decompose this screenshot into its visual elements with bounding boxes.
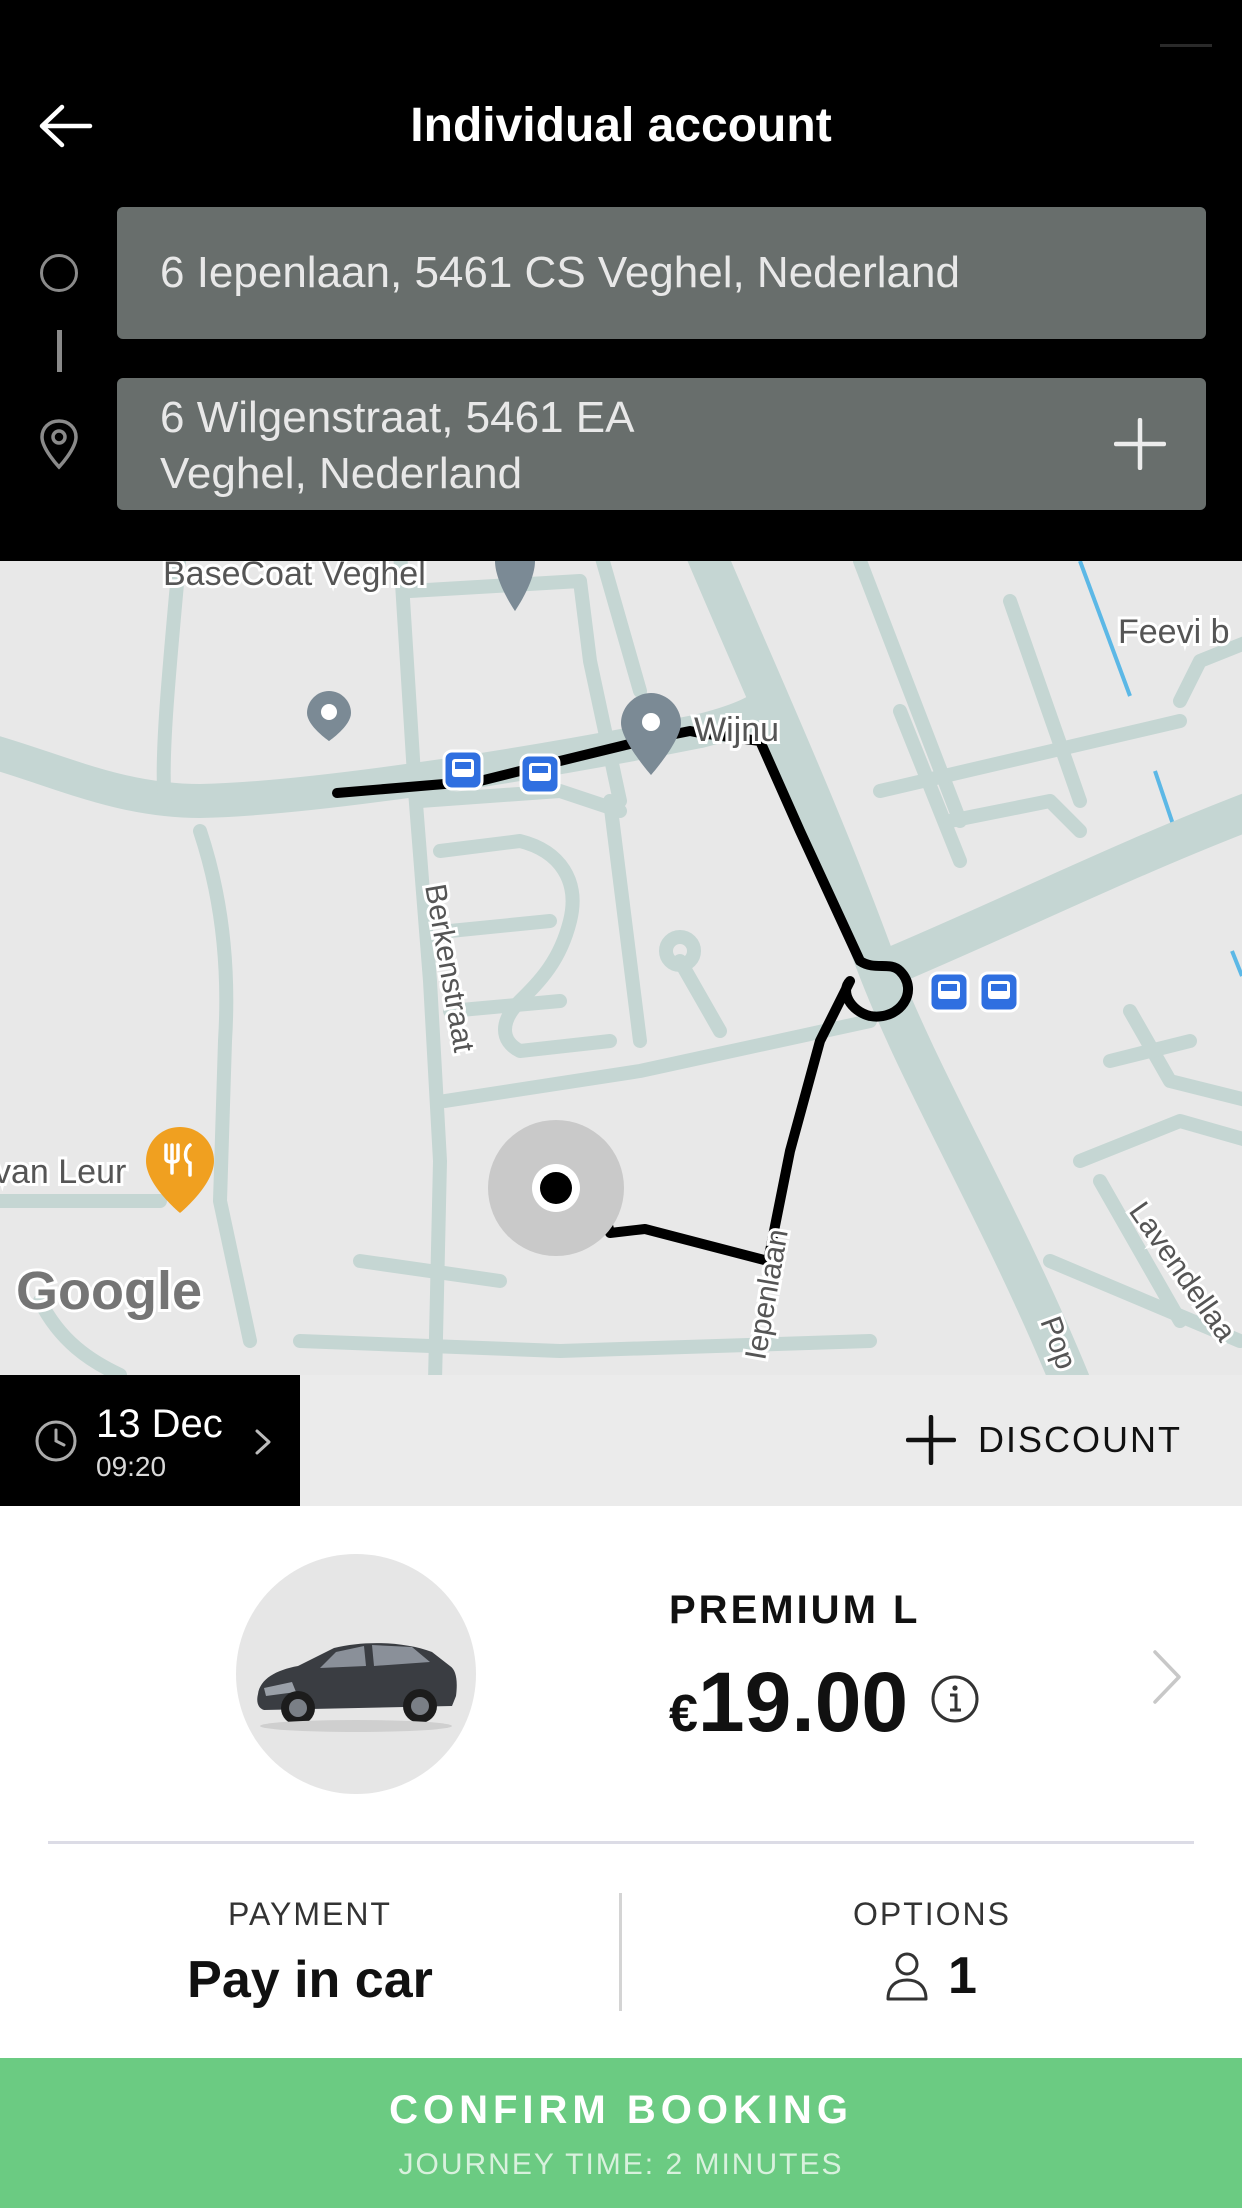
payment-selector[interactable]: PAYMENT Pay in car — [0, 1844, 620, 2058]
destination-address-text: 6 Wilgenstraat, 5461 EA Veghel, Nederlan… — [160, 393, 633, 498]
pickup-date: 13 Dec — [96, 1402, 223, 1446]
car-icon — [257, 1643, 457, 1732]
poi-pin-icon[interactable] — [621, 693, 681, 775]
origin-address-field[interactable]: 6 Iepenlaan, 5461 CS Veghel, Nederland — [117, 207, 1206, 339]
price-currency: € — [669, 1685, 698, 1743]
vehicle-price: € 19.00 — [669, 1654, 908, 1750]
location-pin-icon — [40, 419, 78, 470]
google-logo: Google — [16, 1261, 202, 1321]
chevron-right-icon[interactable] — [1150, 1648, 1184, 1706]
bus-stop-icon[interactable] — [928, 971, 970, 1013]
passenger-count: 1 — [884, 1946, 977, 2006]
person-icon — [886, 1952, 928, 2001]
options-selector[interactable]: OPTIONS 1 — [622, 1844, 1242, 2058]
origin-address-text: 6 Iepenlaan, 5461 CS Veghel, Nederland — [160, 248, 960, 297]
plus-icon — [906, 1415, 956, 1465]
water-line — [1230, 950, 1242, 977]
passenger-number: 1 — [948, 1947, 977, 2005]
add-discount-button[interactable]: DISCOUNT — [906, 1415, 1182, 1465]
chevron-right-icon — [255, 1429, 271, 1455]
minor-roads — [0, 561, 1242, 1375]
bus-stop-icon[interactable] — [442, 749, 484, 791]
confirm-booking-label: CONFIRM BOOKING — [389, 2088, 853, 2132]
map-label-basecoat: BaseCoat Veghel — [163, 561, 426, 593]
current-location-dot — [540, 1172, 572, 1204]
payment-label: PAYMENT — [228, 1896, 392, 1932]
route-map[interactable]: BaseCoat Veghel Feevi b Wijnu van Leur B… — [0, 561, 1242, 1375]
map-label-feevi: Feevi b — [1118, 613, 1230, 651]
pickup-time-selector[interactable]: 13 Dec 09:20 — [0, 1375, 300, 1506]
pickup-time: 09:20 — [96, 1451, 167, 1482]
page-title: Individual account — [410, 99, 832, 152]
map-label-pop: Pop — [1033, 1312, 1082, 1373]
vehicle-image — [236, 1554, 476, 1794]
price-amount: 19.00 — [697, 1655, 909, 1749]
header: Individual account 6 Iepenlaan, 5461 CS … — [0, 0, 1242, 561]
schedule-bar: 13 Dec 09:20 DISCOUNT — [0, 1375, 1242, 1506]
info-icon[interactable] — [930, 1674, 980, 1724]
route-connector — [57, 330, 62, 372]
origin-circle-icon — [40, 254, 78, 292]
discount-label: DISCOUNT — [978, 1419, 1182, 1460]
bus-stop-icon[interactable] — [519, 753, 561, 795]
options-label: OPTIONS — [852, 1896, 1011, 1932]
confirm-booking-button[interactable]: CONFIRM BOOKING JOURNEY TIME: 2 MINUTES — [0, 2058, 1242, 2208]
payment-method: Pay in car — [187, 1951, 433, 2009]
destination-address-field[interactable]: 6 Wilgenstraat, 5461 EA Veghel, Nederlan… — [117, 378, 1206, 510]
map-label-wijnu: Wijnu — [694, 711, 779, 749]
bus-stop-icon[interactable] — [978, 971, 1020, 1013]
vehicle-class-name: PREMIUM L — [669, 1588, 921, 1632]
add-stop-plus-icon[interactable] — [1114, 418, 1166, 470]
poi-pin-icon[interactable] — [307, 691, 351, 741]
clock-icon — [35, 1420, 77, 1462]
journey-time-label: JOURNEY TIME: 2 MINUTES — [398, 2148, 844, 2181]
vehicle-selector[interactable]: PREMIUM L € 19.00 — [0, 1506, 1242, 1842]
map-label-vanleur: van Leur — [0, 1153, 126, 1191]
major-roads — [0, 561, 1242, 1375]
map-canvas: BaseCoat Veghel Feevi b Wijnu van Leur B… — [0, 561, 1242, 1375]
status-indicator — [1160, 44, 1212, 47]
